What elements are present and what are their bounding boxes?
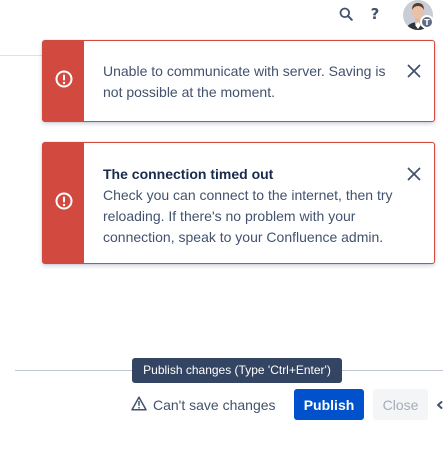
- close-icon[interactable]: [406, 166, 422, 182]
- publish-tooltip: Publish changes (Type 'Ctrl+Enter'): [132, 358, 342, 383]
- flag-strip: [43, 41, 84, 121]
- help-icon[interactable]: ?: [365, 4, 385, 24]
- close-button[interactable]: Close: [373, 389, 428, 420]
- close-icon[interactable]: [406, 63, 422, 79]
- flag-message: Check you can connect to the internet, t…: [103, 187, 393, 245]
- save-status-text: Can't save changes: [153, 397, 276, 413]
- chevron-left-icon[interactable]: [436, 398, 443, 412]
- top-divider: [0, 55, 42, 56]
- error-flag-server: Unable to communicate with server. Savin…: [42, 40, 435, 122]
- error-icon: [55, 192, 73, 215]
- flag-title: The connection timed out: [103, 166, 274, 182]
- avatar-badge: T: [420, 15, 434, 29]
- publish-button[interactable]: Publish: [294, 389, 364, 420]
- warning-icon: [131, 396, 153, 414]
- flag-strip: [43, 143, 84, 263]
- error-flag-timeout: The connection timed out Check you can c…: [42, 142, 435, 264]
- error-icon: [55, 70, 73, 93]
- help-label: ?: [370, 4, 380, 23]
- flag-message: Unable to communicate with server. Savin…: [103, 63, 386, 100]
- save-status: Can't save changes: [131, 395, 276, 415]
- search-icon[interactable]: [336, 4, 356, 24]
